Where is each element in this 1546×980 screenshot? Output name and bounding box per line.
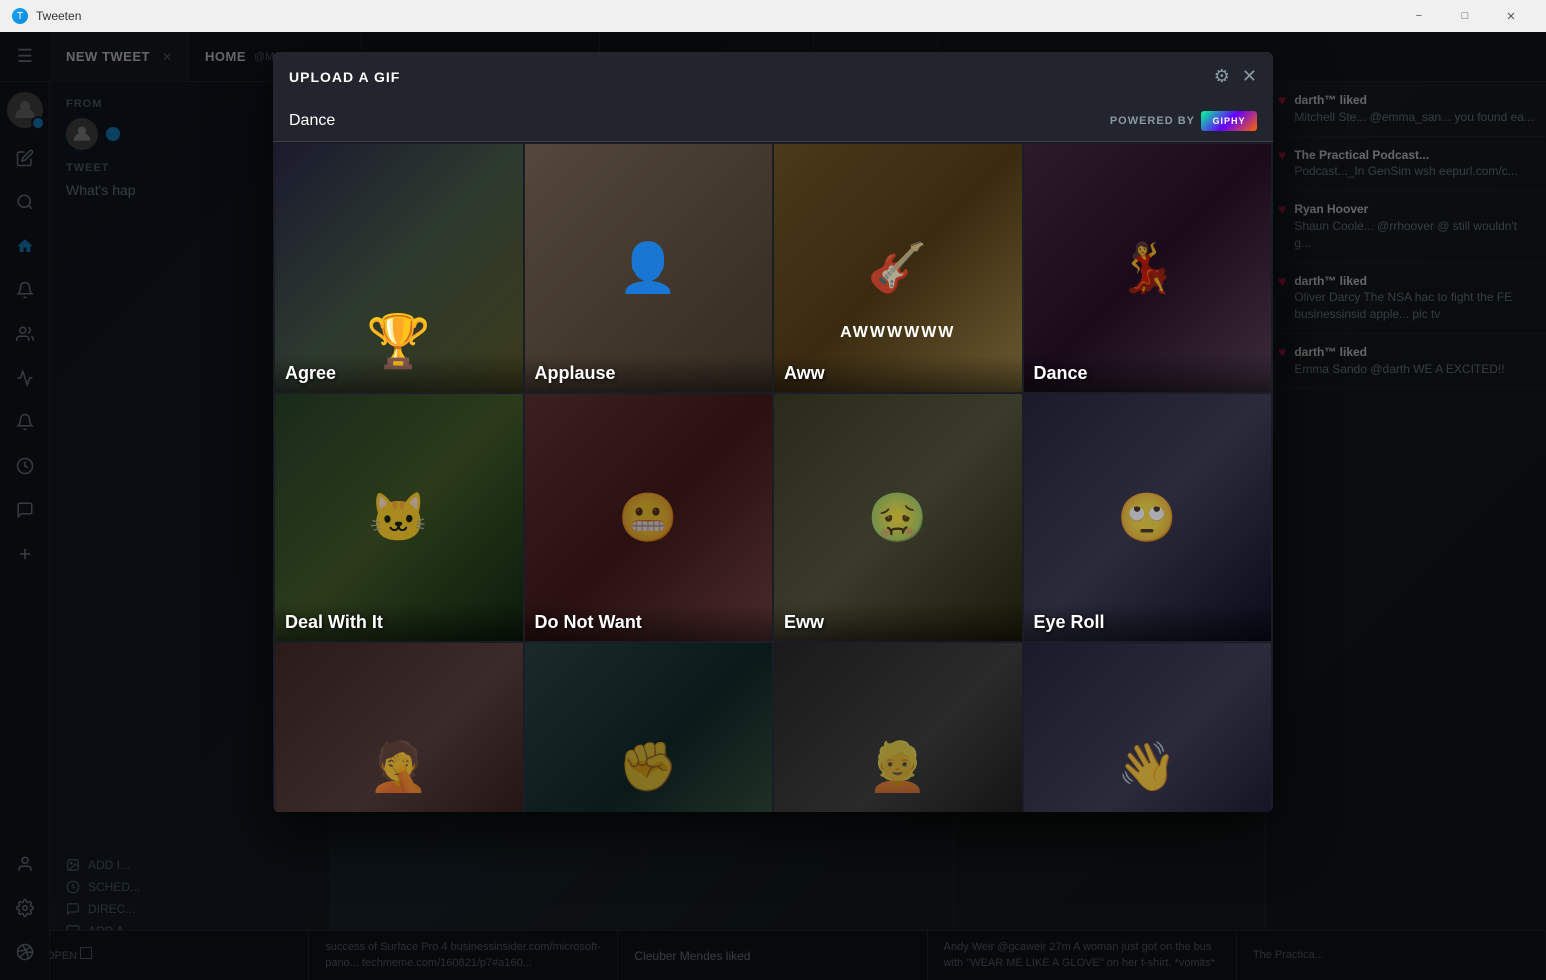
gif-cell-do-not-want[interactable]: 😬 Do Not Want	[525, 394, 773, 642]
powered-by-text: POWERED BY	[1110, 115, 1195, 127]
gif-cell-applause[interactable]: 👤 Applause	[525, 144, 773, 392]
giphy-logo: POWERED BY GIPHY	[1110, 111, 1257, 131]
gif-modal-controls: ⚙ ✕	[1214, 66, 1257, 87]
app-title: Tweeten	[36, 9, 1396, 23]
maximize-button[interactable]: □	[1442, 0, 1488, 32]
gif-cell-good-luck[interactable]: 👱 So good luck with that! Good Luck	[774, 643, 1022, 812]
gif-cell-facepalm[interactable]: 🤦 Facepalm	[275, 643, 523, 812]
gif-search-area: Dance POWERED BY GIPHY	[273, 101, 1273, 142]
gif-cell-eye-roll[interactable]: 🙄 Eye Roll	[1024, 394, 1272, 642]
gif-fistbump-bg: ✊ FIST BUMP	[525, 643, 773, 812]
gif-eyeroll-label: Eye Roll	[1024, 604, 1272, 641]
gif-modal-header: UPLOAD A GIF ⚙ ✕	[273, 52, 1273, 101]
close-icon[interactable]: ✕	[1242, 66, 1257, 87]
gif-cell-dance[interactable]: 💃 Dance	[1024, 144, 1272, 392]
minimize-button[interactable]: −	[1396, 0, 1442, 32]
gif-eww-label: Eww	[774, 604, 1022, 641]
close-button[interactable]: ✕	[1488, 0, 1534, 32]
gif-cell-agree[interactable]: 🏆 Agree	[275, 144, 523, 392]
gif-deal-label: Deal With It	[275, 604, 523, 641]
gif-agree-label: Agree	[275, 355, 523, 392]
gif-facepalm-bg: 🤦	[275, 643, 523, 812]
gif-search-query[interactable]: Dance	[289, 112, 335, 130]
gif-dance-label: Dance	[1024, 355, 1272, 392]
giphy-logo-box: GIPHY	[1201, 111, 1257, 131]
gif-cell-deal-with-it[interactable]: 🐱 Deal With It	[275, 394, 523, 642]
gif-cell-aww[interactable]: 🎸 AWWWWWW Aww	[774, 144, 1022, 392]
gif-applause-label: Applause	[525, 355, 773, 392]
app-container: ☰ NEW TWEET ✕ HOME @MSMEDIA ··· NOTIFICA…	[0, 32, 1546, 980]
gif-modal-title: UPLOAD A GIF	[289, 69, 400, 85]
gif-cell-goodbye[interactable]: 👋 Goodbye	[1024, 643, 1272, 812]
gif-cell-eww[interactable]: 🤢 Eww	[774, 394, 1022, 642]
settings-icon[interactable]: ⚙	[1214, 66, 1230, 87]
gif-aww-label: Aww	[774, 355, 1022, 392]
gif-goodluck-bg: 👱 So good luck with that!	[774, 643, 1022, 812]
gif-goodbye-bg: 👋	[1024, 643, 1272, 812]
window-chrome: T Tweeten − □ ✕	[0, 0, 1546, 32]
window-controls: − □ ✕	[1396, 0, 1534, 32]
gif-cell-fist-bump[interactable]: ✊ FIST BUMP Fist Bump	[525, 643, 773, 812]
modal-overlay[interactable]: UPLOAD A GIF ⚙ ✕ Dance POWERED BY GIPHY	[0, 32, 1546, 980]
gif-modal: UPLOAD A GIF ⚙ ✕ Dance POWERED BY GIPHY	[273, 52, 1273, 812]
gif-donot-label: Do Not Want	[525, 604, 773, 641]
gif-grid: 🏆 Agree 👤 Applause 🎸 AWWWWWW Aww	[273, 142, 1273, 812]
app-icon: T	[12, 8, 28, 24]
